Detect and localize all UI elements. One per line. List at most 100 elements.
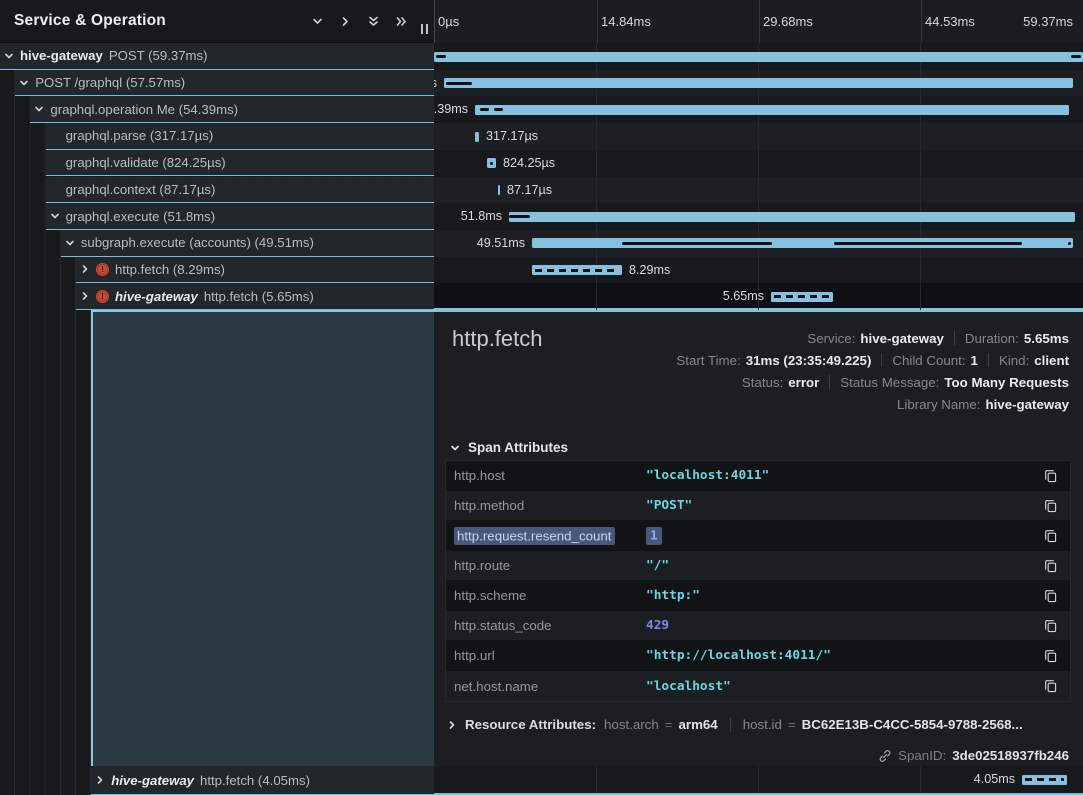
copy-icon[interactable] — [1044, 679, 1057, 693]
tree-row[interactable]: graphql.context (87.17µs) — [46, 177, 434, 204]
span-attributes-header[interactable]: Span Attributes — [450, 440, 568, 455]
span-tree: hive-gatewayPOST (59.37ms)POST /graphql … — [0, 43, 434, 795]
gridline — [921, 0, 922, 43]
self-time-mark — [490, 162, 493, 165]
span-bar[interactable] — [444, 78, 1073, 88]
span-bar[interactable] — [532, 265, 622, 275]
meta-label: Status: — [742, 375, 783, 390]
error-icon — [96, 263, 109, 276]
chevron-down-icon[interactable] — [65, 238, 75, 248]
attribute-row[interactable]: net.host.name"localhost" — [446, 671, 1070, 701]
span-meta: Service:hive-gatewayDuration:5.65ms Start… — [676, 327, 1069, 415]
chevron-down-button[interactable] — [307, 11, 328, 32]
copy-icon[interactable] — [1044, 499, 1057, 513]
link-icon[interactable] — [878, 749, 892, 763]
tree-row[interactable]: graphql.parse (317.17µs) — [46, 123, 434, 150]
chevron-down-icon[interactable] — [311, 15, 324, 28]
span-bar[interactable] — [771, 292, 833, 302]
copy-icon[interactable] — [1044, 469, 1057, 483]
self-time-mark — [446, 82, 472, 85]
attribute-key: http.status_code — [454, 618, 646, 633]
copy-icon[interactable] — [1044, 619, 1057, 633]
copy-button[interactable] — [1044, 589, 1057, 603]
copy-button[interactable] — [1044, 559, 1057, 573]
self-time-mark — [480, 108, 489, 111]
timeline-ruler: 0µs14.84ms29.68ms44.53ms59.37ms — [434, 0, 1083, 43]
attribute-row[interactable]: http.host"localhost:4011" — [446, 461, 1070, 491]
attribute-key: http.request.resend_count — [454, 528, 646, 543]
tree-row[interactable]: subgraph.execute (accounts) (49.51ms) — [61, 230, 434, 257]
chevron-right-icon[interactable] — [80, 264, 90, 274]
tree-row[interactable]: hive-gatewayhttp.fetch (4.05ms) — [91, 766, 434, 795]
copy-button[interactable] — [1044, 529, 1057, 543]
copy-button[interactable] — [1044, 679, 1057, 693]
chevron-down-icon[interactable] — [4, 51, 14, 61]
meta-label: Kind: — [999, 353, 1029, 368]
self-time-mark — [509, 215, 530, 218]
span-bar[interactable] — [487, 158, 496, 168]
chevron-right-button[interactable] — [335, 11, 356, 32]
tree-row[interactable]: http.fetch (8.29ms) — [76, 257, 434, 284]
tree-row[interactable]: hive-gatewayPOST (59.37ms) — [0, 43, 434, 70]
span-bar[interactable] — [498, 185, 500, 195]
waterfall-rows: 59.37ms57.57ms54.39ms317.17µs824.25µs87.… — [434, 43, 1083, 310]
copy-button[interactable] — [1044, 619, 1057, 633]
duration-label: 51.8ms — [461, 209, 502, 223]
double-chevron-down-icon[interactable] — [367, 15, 380, 28]
span-id-label: SpanID: — [898, 748, 946, 763]
resource-attributes-row[interactable]: Resource Attributes: host.arch=arm64host… — [447, 717, 1023, 732]
span-bar[interactable] — [475, 105, 1069, 115]
double-chevron-down-button[interactable] — [363, 11, 384, 32]
meta-value: client — [1034, 353, 1069, 368]
tree-row[interactable]: graphql.operation Me (54.39ms) — [30, 96, 434, 123]
operation-label: http.fetch (5.65ms) — [204, 289, 314, 304]
meta-value: hive-gateway — [860, 331, 944, 346]
chevron-down-icon[interactable] — [50, 211, 60, 221]
chevron-down-icon[interactable] — [19, 78, 29, 88]
chevron-right-icon[interactable] — [95, 775, 105, 785]
span-bar[interactable] — [532, 238, 1073, 248]
double-chevron-right-icon[interactable] — [395, 15, 408, 28]
double-chevron-right-button[interactable] — [391, 11, 412, 32]
copy-button[interactable] — [1044, 499, 1057, 513]
copy-icon[interactable] — [1044, 589, 1057, 603]
attribute-value: 1 — [646, 528, 1044, 543]
tree-row[interactable]: graphql.execute (51.8ms) — [46, 203, 434, 230]
self-time-mark — [1071, 55, 1081, 58]
meta-label: Start Time: — [676, 353, 740, 368]
span-attributes-table: http.host"localhost:4011"http.method"POS… — [445, 460, 1071, 702]
span-bar[interactable] — [475, 132, 479, 142]
panel-resize-handle[interactable] — [421, 24, 428, 34]
chevron-down-icon[interactable] — [34, 104, 44, 114]
meta-line: Service:hive-gatewayDuration:5.65ms — [676, 327, 1069, 349]
span-bar[interactable] — [434, 52, 1083, 62]
gridline — [759, 0, 760, 43]
tree-row[interactable]: hive-gatewayhttp.fetch (5.65ms) — [76, 283, 434, 310]
copy-icon[interactable] — [1044, 649, 1057, 663]
attribute-row[interactable]: http.url"http://localhost:4011/" — [446, 641, 1070, 671]
attribute-row[interactable]: http.method"POST" — [446, 491, 1070, 521]
duration-label: 5.65ms — [723, 289, 764, 303]
bar-dash-pattern — [1025, 778, 1064, 781]
copy-icon[interactable] — [1044, 559, 1057, 573]
span-bar[interactable] — [1022, 775, 1067, 785]
resource-key: host.arch — [604, 717, 659, 732]
error-icon — [96, 290, 109, 303]
span-attributes-title: Span Attributes — [468, 440, 568, 455]
tree-row[interactable]: graphql.validate (824.25µs) — [46, 150, 434, 177]
chevron-right-icon[interactable] — [80, 291, 90, 301]
attribute-row[interactable]: http.status_code429 — [446, 611, 1070, 641]
chevron-right-icon[interactable] — [339, 15, 352, 28]
copy-button[interactable] — [1044, 469, 1057, 483]
attribute-row[interactable]: http.request.resend_count1 — [446, 521, 1070, 551]
bar-dash-pattern — [535, 269, 619, 272]
span-id-row: SpanID: 3de02518937fb246 — [878, 748, 1069, 763]
attribute-row[interactable]: http.route"/" — [446, 551, 1070, 581]
tree-row[interactable]: POST /graphql (57.57ms) — [15, 70, 434, 97]
attribute-row[interactable]: http.scheme"http:" — [446, 581, 1070, 611]
copy-icon[interactable] — [1044, 529, 1057, 543]
timeline-tick: 0µs — [438, 14, 459, 29]
bar-dash-pattern — [774, 295, 830, 298]
copy-button[interactable] — [1044, 649, 1057, 663]
span-bar[interactable] — [509, 212, 1075, 222]
